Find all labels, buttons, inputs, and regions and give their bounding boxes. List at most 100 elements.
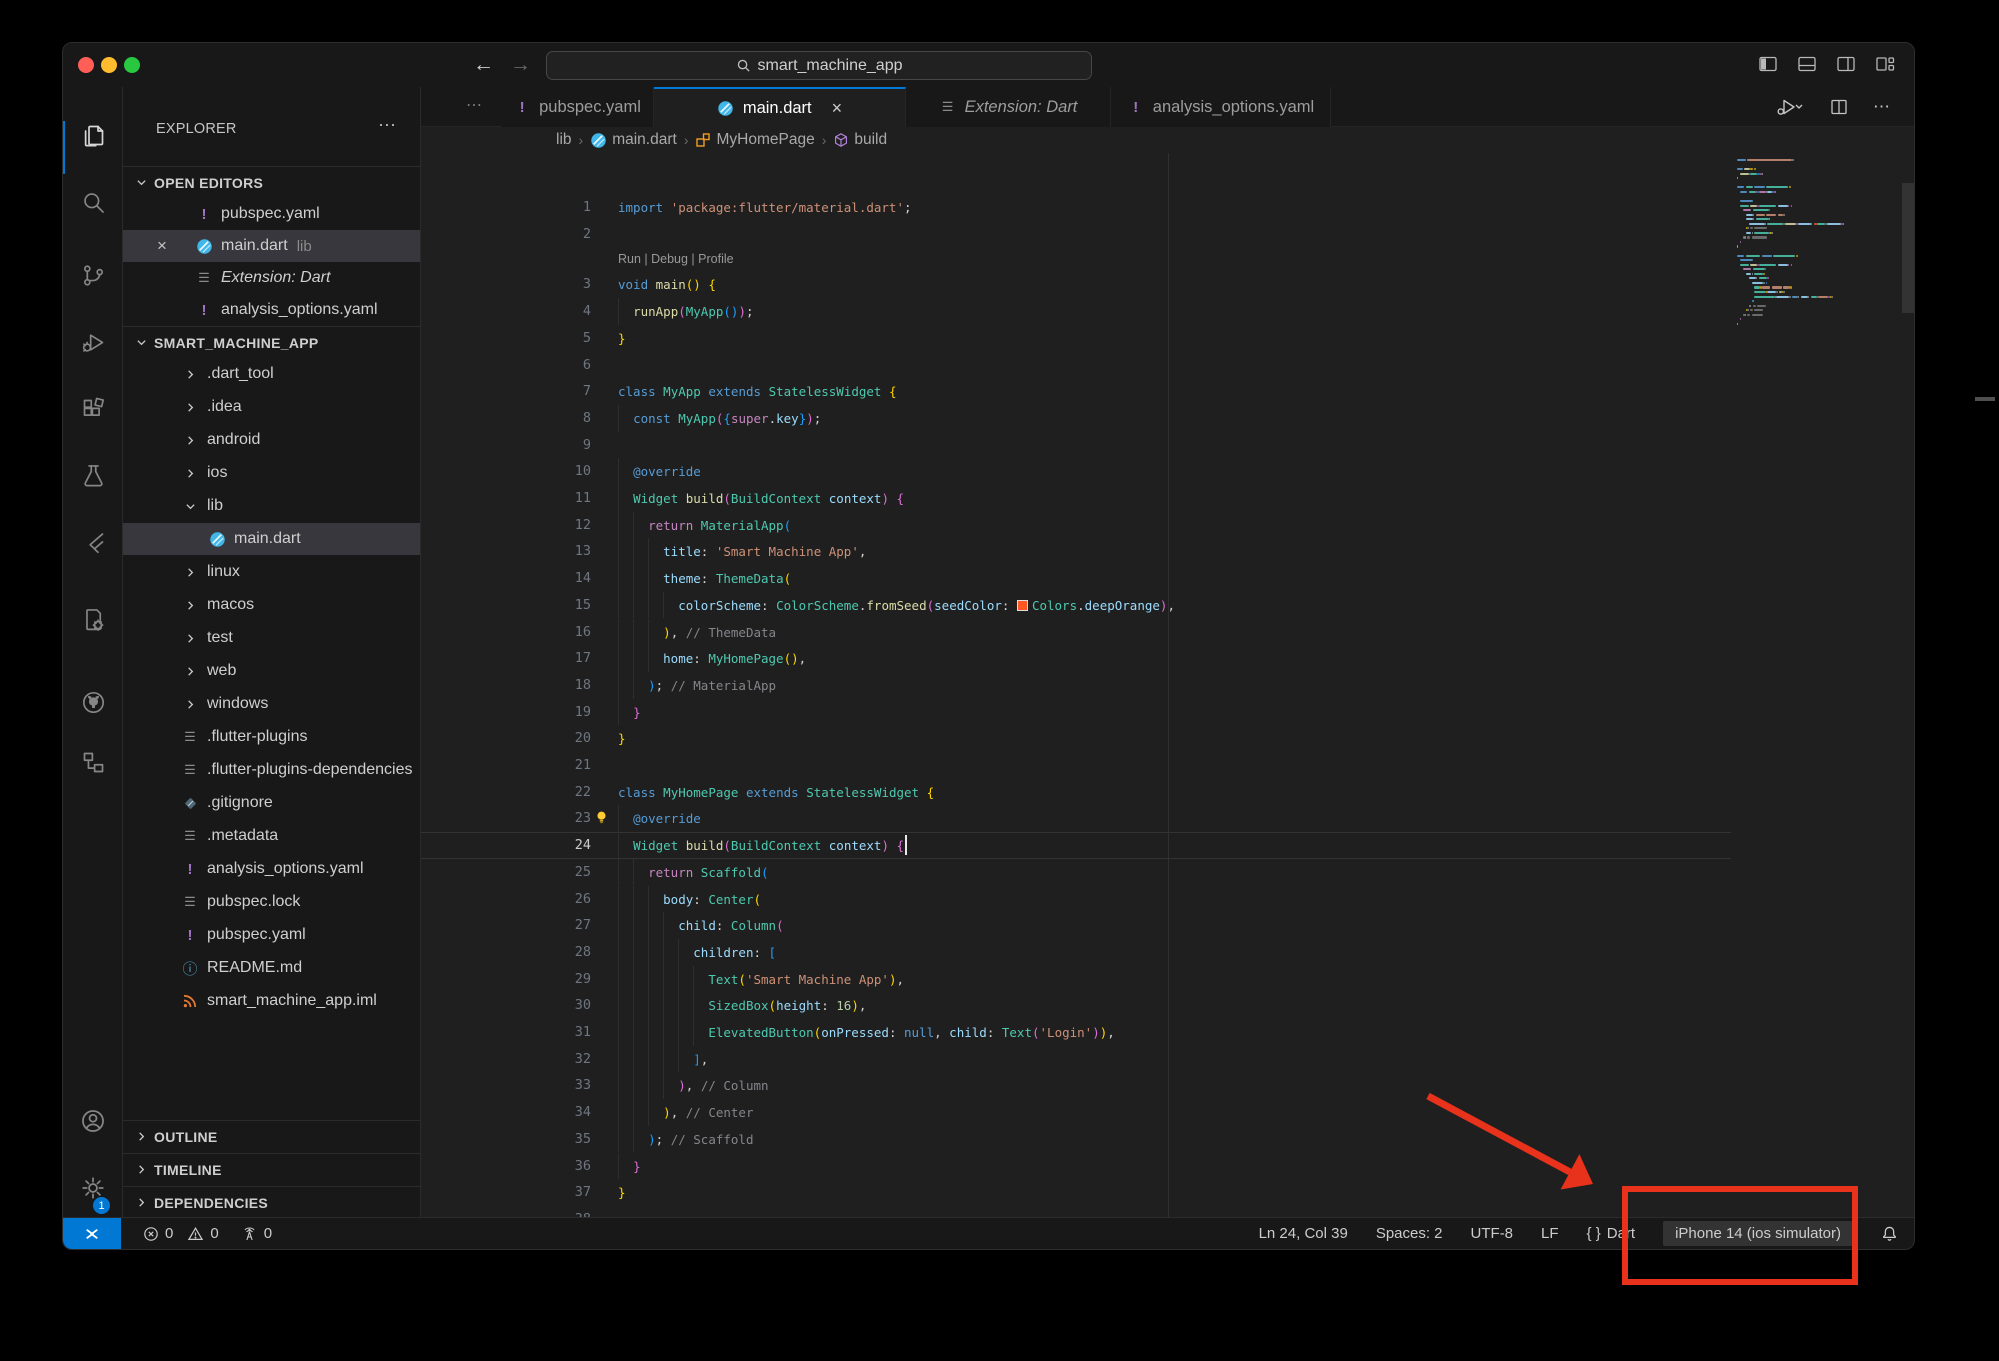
close-icon[interactable]: ×: [157, 236, 167, 256]
code-line[interactable]: ],: [618, 1046, 708, 1073]
explorer-icon[interactable]: [63, 111, 123, 159]
tree-item[interactable]: ☰.flutter-plugins-dependencies: [123, 754, 421, 786]
close-icon[interactable]: ×: [832, 98, 843, 119]
tree-item[interactable]: android: [123, 424, 421, 456]
line-number[interactable]: 1: [421, 194, 591, 221]
source-control-icon[interactable]: [63, 251, 123, 299]
tree-item[interactable]: .gitignore: [123, 787, 421, 819]
code-line[interactable]: children: [: [618, 939, 776, 966]
tab-analysis-options-yaml[interactable]: !analysis_options.yaml: [1111, 87, 1331, 127]
tree-item[interactable]: ☰.flutter-plugins: [123, 721, 421, 753]
open-editors-header[interactable]: OPEN EDITORS: [123, 166, 421, 198]
code-line[interactable]: Widget build(BuildContext context) {: [618, 485, 904, 512]
line-number[interactable]: 24: [421, 832, 591, 859]
open-editor-item[interactable]: !pubspec.yaml: [123, 198, 421, 230]
tree-item[interactable]: lib: [123, 490, 421, 522]
line-number[interactable]: 32: [421, 1046, 591, 1073]
tree-item[interactable]: test: [123, 622, 421, 654]
line-number[interactable]: 29: [421, 966, 591, 993]
code-line[interactable]: class MyApp extends StatelessWidget {: [618, 378, 897, 405]
code-line[interactable]: colorScheme: ColorScheme.fromSeed(seedCo…: [618, 592, 1175, 619]
line-number[interactable]: 36: [421, 1153, 591, 1180]
command-center-search[interactable]: smart_machine_app: [546, 51, 1092, 80]
code-line[interactable]: Text('Smart Machine App'),: [618, 966, 904, 993]
code-line[interactable]: theme: ThemeData(: [618, 565, 791, 592]
zoom-window-button[interactable]: [124, 57, 140, 73]
search-icon[interactable]: [63, 178, 123, 226]
line-number[interactable]: 7: [421, 378, 591, 405]
line-number[interactable]: 16: [421, 619, 591, 646]
remote-indicator-button[interactable]: [63, 1218, 121, 1250]
code-line[interactable]: void main() {: [618, 271, 716, 298]
code-line[interactable]: class MyHomePage extends StatelessWidget…: [618, 779, 934, 806]
line-number[interactable]: 13: [421, 538, 591, 565]
indentation[interactable]: Spaces: 2: [1376, 1225, 1443, 1242]
tree-item[interactable]: !pubspec.yaml: [123, 919, 421, 951]
code-line[interactable]: return Scaffold(: [618, 859, 769, 886]
project-root-header[interactable]: SMART_MACHINE_APP: [123, 326, 421, 358]
code-line[interactable]: ), // Column: [618, 1072, 769, 1099]
line-number[interactable]: 26: [421, 886, 591, 913]
code-line[interactable]: import 'package:flutter/material.dart';: [618, 194, 912, 221]
minimap[interactable]: [1731, 153, 1901, 573]
tree-item[interactable]: ⓘREADME.md: [123, 952, 421, 984]
toggle-secondary-sidebar-icon[interactable]: [1835, 53, 1857, 75]
lightbulb-icon[interactable]: [593, 809, 610, 826]
github-icon[interactable]: [63, 678, 123, 726]
open-editor-item[interactable]: ☰Extension: Dart: [123, 262, 421, 294]
testing-icon[interactable]: [63, 451, 123, 499]
toggle-panel-icon[interactable]: [1796, 53, 1818, 75]
extensions-icon[interactable]: [63, 385, 123, 433]
settings-icon[interactable]: [63, 1164, 123, 1212]
tree-item[interactable]: smart_machine_app.iml: [123, 985, 421, 1017]
code-line[interactable]: }: [618, 699, 641, 726]
more-actions-icon[interactable]: ⋯: [1873, 97, 1890, 117]
line-number[interactable]: 15: [421, 592, 591, 619]
line-number[interactable]: 5: [421, 325, 591, 352]
line-number[interactable]: 11: [421, 485, 591, 512]
tab-main-dart[interactable]: main.dart×: [654, 87, 906, 128]
line-number[interactable]: 21: [421, 752, 591, 779]
code-line[interactable]: ); // MaterialApp: [618, 672, 776, 699]
run-debug-icon[interactable]: [63, 318, 123, 366]
tree-item[interactable]: web: [123, 655, 421, 687]
line-number[interactable]: 33: [421, 1072, 591, 1099]
breadcrumb-item-build[interactable]: build: [833, 131, 887, 149]
back-icon[interactable]: ←: [473, 53, 494, 77]
line-number[interactable]: 6: [421, 352, 591, 379]
ports-button[interactable]: 0: [241, 1225, 272, 1242]
code-line[interactable]: home: MyHomePage(),: [618, 645, 806, 672]
tree-item[interactable]: !analysis_options.yaml: [123, 853, 421, 885]
line-number[interactable]: 34: [421, 1099, 591, 1126]
sidebar-section-timeline[interactable]: TIMELINE: [123, 1153, 421, 1185]
code-line[interactable]: }: [618, 1179, 626, 1206]
line-number[interactable]: 30: [421, 992, 591, 1019]
line-number[interactable]: 12: [421, 512, 591, 539]
code-line[interactable]: }: [618, 325, 626, 352]
line-number[interactable]: 20: [421, 725, 591, 752]
tree-item[interactable]: ios: [123, 457, 421, 489]
line-number[interactable]: 31: [421, 1019, 591, 1046]
split-editor-icon[interactable]: [1829, 97, 1849, 117]
flutter-icon[interactable]: [63, 518, 123, 566]
bell-icon[interactable]: [1881, 1225, 1898, 1242]
hierarchy-icon[interactable]: [63, 738, 123, 786]
code-line[interactable]: @override: [618, 805, 701, 832]
cursor-position[interactable]: Ln 24, Col 39: [1259, 1225, 1348, 1242]
tree-item[interactable]: ☰.metadata: [123, 820, 421, 852]
line-number[interactable]: 4: [421, 298, 591, 325]
line-number[interactable]: 22: [421, 779, 591, 806]
code-line[interactable]: title: 'Smart Machine App',: [618, 538, 866, 565]
project-gear-icon[interactable]: [63, 595, 123, 643]
open-editor-item[interactable]: !analysis_options.yaml: [123, 294, 421, 326]
code-line[interactable]: const MyApp({super.key});: [618, 405, 821, 432]
open-editor-item[interactable]: ×main.dartlib: [123, 230, 421, 262]
more-actions-icon[interactable]: ⋯: [378, 115, 396, 136]
code-line[interactable]: SizedBox(height: 16),: [618, 992, 866, 1019]
line-number[interactable]: 19: [421, 699, 591, 726]
problems-button[interactable]: 0 0: [143, 1225, 219, 1242]
scrollbar-thumb[interactable]: [1902, 183, 1914, 313]
line-number[interactable]: 8: [421, 405, 591, 432]
toggle-primary-sidebar-icon[interactable]: [1757, 53, 1779, 75]
code-line[interactable]: ), // Center: [618, 1099, 753, 1126]
